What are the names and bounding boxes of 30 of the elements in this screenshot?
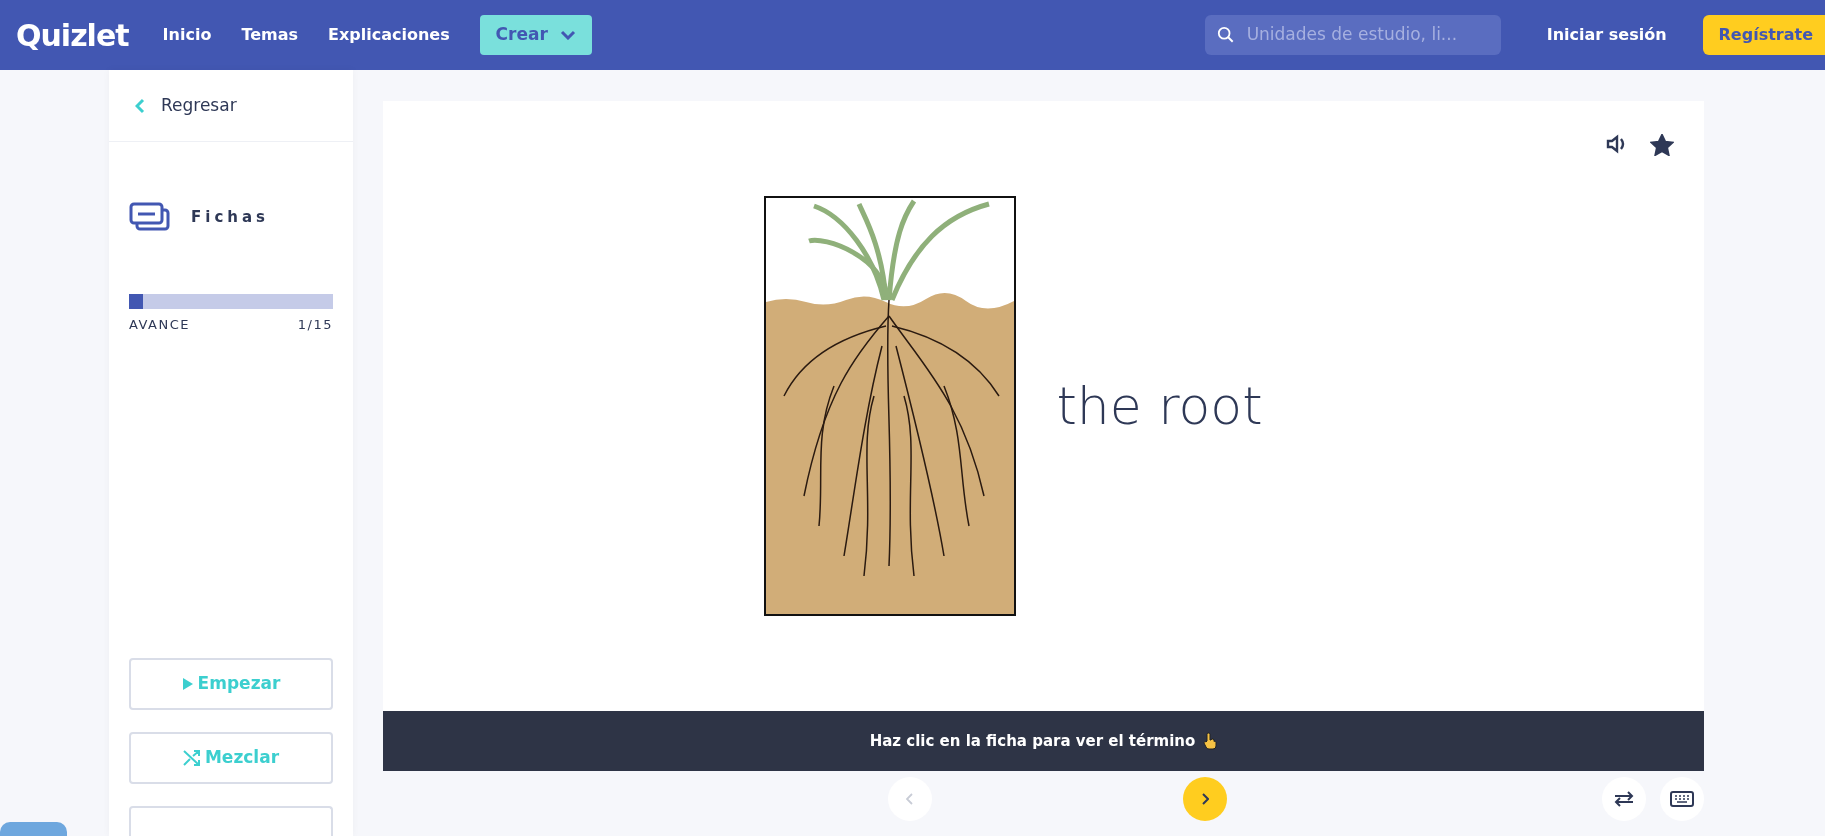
pointing-hand-icon: [1203, 732, 1218, 750]
cards-icon: [129, 202, 171, 232]
search-field[interactable]: Unidades de estudio, li...: [1244, 21, 1489, 49]
chevron-right-icon: [1201, 792, 1209, 805]
star-icon[interactable]: [1650, 134, 1674, 156]
progress-count: 1/15: [297, 316, 333, 334]
chevron-left-icon: [906, 792, 914, 805]
flashcard[interactable]: the root: [383, 101, 1704, 711]
progress-label: AVANCE: [129, 316, 191, 334]
signup-button[interactable]: Regístrate: [1702, 15, 1825, 55]
keyboard-button[interactable]: [1660, 776, 1704, 821]
nav-link[interactable]: Explicaciones: [328, 23, 450, 47]
hint-text: Haz clic en la ficha para ver el término: [869, 730, 1196, 752]
nav-link[interactable]: Inicio: [162, 23, 212, 47]
nav-link[interactable]: Temas: [241, 23, 298, 47]
chevron-down-icon: [559, 30, 576, 40]
swap-button[interactable]: [1602, 776, 1646, 821]
search-icon: [1216, 25, 1235, 45]
card-term: the root: [1056, 375, 1263, 438]
login-link[interactable]: Iniciar sesión: [1540, 22, 1673, 48]
chevron-left-icon: [135, 97, 145, 114]
search-box[interactable]: Unidades de estudio, li...: [1204, 15, 1501, 55]
shuffle-icon: [182, 749, 201, 767]
mode-title: Fichas: [191, 206, 269, 228]
play-icon: [181, 677, 194, 691]
create-button[interactable]: Crear: [479, 15, 592, 55]
swap-arrows-icon: [1613, 790, 1635, 807]
logo[interactable]: Quizlet: [16, 12, 129, 58]
keyboard-icon: [1670, 790, 1694, 807]
back-link[interactable]: Regresar: [109, 70, 353, 142]
